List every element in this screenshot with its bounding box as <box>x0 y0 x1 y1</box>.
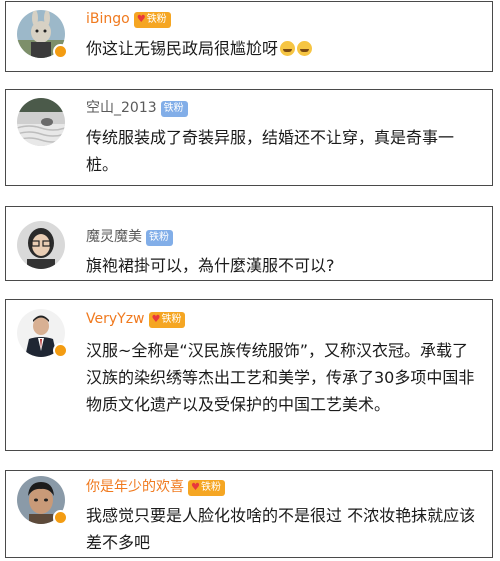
comment-text: 旗袍裙掛可以，為什麼漢服不可以? <box>86 256 335 275</box>
fan-badge: ♥铁粉 <box>148 312 186 328</box>
username[interactable]: VeryYzw ♥铁粉 <box>86 310 186 328</box>
verified-badge-icon <box>53 343 68 358</box>
fan-badge: ♥铁粉 <box>133 12 171 28</box>
comment-card: 空山_2013♥铁粉 传统服装成了奇装异服，结婚还不让穿，真是奇事一桩。 <box>5 89 493 186</box>
fan-badge: ♥铁粉 <box>188 480 225 496</box>
fan-badge: ♥铁粉 <box>146 230 173 246</box>
username[interactable]: 空山_2013♥铁粉 <box>86 99 188 117</box>
username[interactable]: 你是年少的欢喜 ♥铁粉 <box>86 478 225 496</box>
heart-icon: ♥ <box>151 314 161 325</box>
comment-card: VeryYzw ♥铁粉 汉服~全称是“汉民族传统服饰”，又称汉衣冠。承载了汉族的染… <box>5 299 493 451</box>
heart-icon: ♥ <box>136 14 146 25</box>
verified-badge-icon <box>53 44 68 59</box>
comment-text: 你这让无锡民政局很尴尬呀 <box>86 35 480 62</box>
comment-text: 汉服~全称是“汉民族传统服饰”，又称汉衣冠。承载了汉族的染织绣等杰出工艺和美学，… <box>86 341 475 414</box>
comment-card: 你是年少的欢喜 ♥铁粉 我感觉只要是人脸化妆啥的不是很过 不浓妆艳抹就应该差不多吧 <box>5 470 493 558</box>
verified-badge-icon <box>53 510 68 525</box>
heart-icon: ♥ <box>191 482 200 493</box>
avatar[interactable] <box>17 98 65 146</box>
fan-badge: ♥铁粉 <box>160 101 188 117</box>
username[interactable]: iBingo ♥铁粉 <box>86 10 171 28</box>
comment-card: iBingo ♥铁粉 你这让无锡民政局很尴尬呀 <box>5 1 493 72</box>
comment-card: 魔灵魔美♥铁粉 旗袍裙掛可以，為什麼漢服不可以? <box>5 206 493 281</box>
comment-text: 我感觉只要是人脸化妆啥的不是很过 不浓妆艳抹就应该差不多吧 <box>86 506 476 552</box>
laugh-cry-emoji-icon <box>280 41 296 56</box>
laugh-cry-emoji-icon <box>297 41 313 56</box>
username[interactable]: 魔灵魔美♥铁粉 <box>86 228 173 246</box>
comment-text: 传统服装成了奇装异服，结婚还不让穿，真是奇事一桩。 <box>86 128 455 174</box>
avatar[interactable] <box>17 221 65 269</box>
